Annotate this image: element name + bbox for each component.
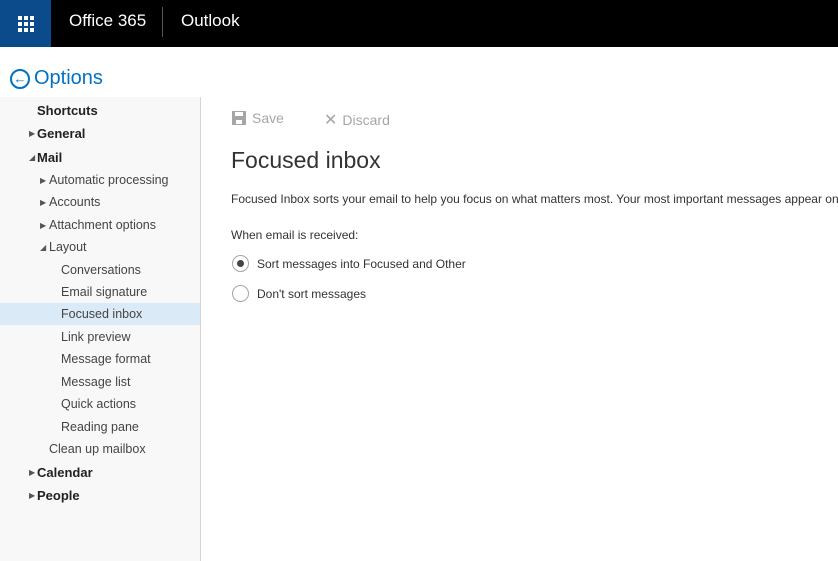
radio-dont-sort[interactable]: Don't sort messages (232, 285, 366, 302)
sidebar-item-label: Focused inbox (61, 307, 143, 321)
radio-group-label: When email is received: (231, 228, 359, 242)
options-sidebar: Shortcuts ▶ General ◢ Mail ▶ Automatic process… (0, 97, 201, 561)
sidebar-item-accounts[interactable]: ▶ Accounts (0, 191, 200, 213)
options-back-button[interactable]: ← Options (10, 67, 103, 90)
sidebar-item-label: Calendar (37, 464, 93, 480)
sidebar-item-focused-inbox[interactable]: Focused inbox (0, 303, 200, 325)
collapsed-triangle-icon[interactable]: ▶ (29, 468, 35, 477)
sidebar-item-clean-up-mailbox[interactable]: Clean up mailbox (0, 438, 200, 460)
sidebar-item-label: Accounts (49, 195, 101, 209)
sidebar-item-shortcuts[interactable]: Shortcuts (0, 99, 200, 121)
app-name-label[interactable]: Outlook (181, 11, 240, 31)
discard-label: Discard (342, 112, 390, 128)
sidebar-item-message-list[interactable]: Message list (0, 371, 200, 393)
sidebar-item-label: Link preview (61, 330, 131, 344)
back-arrow-circle-icon: ← (10, 68, 30, 89)
sidebar-item-label: Conversations (61, 263, 141, 277)
sidebar-item-label: Email signature (61, 285, 148, 299)
expanded-triangle-icon[interactable]: ◢ (40, 243, 46, 252)
save-label: Save (252, 110, 284, 126)
sidebar-item-calendar[interactable]: ▶ Calendar (0, 461, 200, 483)
page-title: Focused inbox (231, 147, 381, 173)
sidebar-item-label: Mail (37, 149, 63, 165)
radio-button[interactable] (232, 255, 249, 272)
main-content: Save ✕ Discard Focused inbox Focused Inb… (201, 97, 838, 561)
sidebar-item-label: General (37, 125, 86, 141)
close-icon: ✕ (324, 112, 338, 129)
sidebar-item-general[interactable]: ▶ General (0, 122, 200, 144)
brand-label[interactable]: Office 365 (69, 11, 146, 31)
collapsed-triangle-icon[interactable]: ▶ (29, 491, 35, 500)
app-launcher-button[interactable] (0, 0, 51, 47)
brand-divider (162, 7, 163, 37)
collapsed-triangle-icon[interactable]: ▶ (40, 221, 46, 230)
app-launcher-icon (17, 15, 34, 32)
collapsed-triangle-icon[interactable]: ▶ (40, 198, 46, 207)
sidebar-item-label: Automatic processing (49, 173, 169, 187)
sidebar-item-label: Message list (61, 375, 131, 389)
sidebar-item-conversations[interactable]: Conversations (0, 259, 200, 281)
save-button[interactable]: Save (232, 110, 284, 126)
sidebar-item-label: Message format (61, 352, 151, 366)
sidebar-item-email-signature[interactable]: Email signature (0, 281, 200, 303)
sidebar-item-label: Quick actions (61, 397, 137, 411)
sidebar-item-mail[interactable]: ◢ Mail (0, 146, 200, 168)
sidebar-item-label: People (37, 487, 80, 503)
options-title: Options (34, 67, 103, 89)
sidebar-item-automatic-processing[interactable]: ▶ Automatic processing (0, 169, 200, 191)
sidebar-item-label: Layout (49, 240, 87, 254)
sidebar-item-label: Reading pane (61, 420, 139, 434)
save-icon (232, 111, 246, 125)
description-text: Focused Inbox sorts your email to help y… (231, 192, 838, 206)
sidebar-item-reading-pane[interactable]: Reading pane (0, 416, 200, 438)
top-bar: Office 365 Outlook (0, 0, 838, 47)
sidebar-item-label: Clean up mailbox (49, 442, 146, 456)
expanded-triangle-icon[interactable]: ◢ (29, 153, 35, 162)
radio-label: Sort messages into Focused and Other (257, 256, 466, 271)
discard-button[interactable]: ✕ Discard (324, 110, 390, 130)
radio-label: Don't sort messages (257, 286, 367, 301)
radio-sort-focused[interactable]: Sort messages into Focused and Other (232, 255, 466, 272)
sidebar-item-label: Shortcuts (37, 102, 98, 118)
sidebar-item-link-preview[interactable]: Link preview (0, 326, 200, 348)
collapsed-triangle-icon[interactable]: ▶ (29, 129, 35, 138)
radio-button[interactable] (232, 285, 249, 302)
radio-selected-dot (237, 260, 244, 267)
sidebar-item-people[interactable]: ▶ People (0, 484, 200, 506)
sidebar-item-message-format[interactable]: Message format (0, 348, 200, 370)
sidebar-item-quick-actions[interactable]: Quick actions (0, 393, 200, 415)
sidebar-item-layout[interactable]: ◢ Layout (0, 236, 200, 258)
sidebar-item-label: Attachment options (49, 218, 157, 232)
collapsed-triangle-icon[interactable]: ▶ (40, 176, 46, 185)
sidebar-item-attachment-options[interactable]: ▶ Attachment options (0, 214, 200, 236)
